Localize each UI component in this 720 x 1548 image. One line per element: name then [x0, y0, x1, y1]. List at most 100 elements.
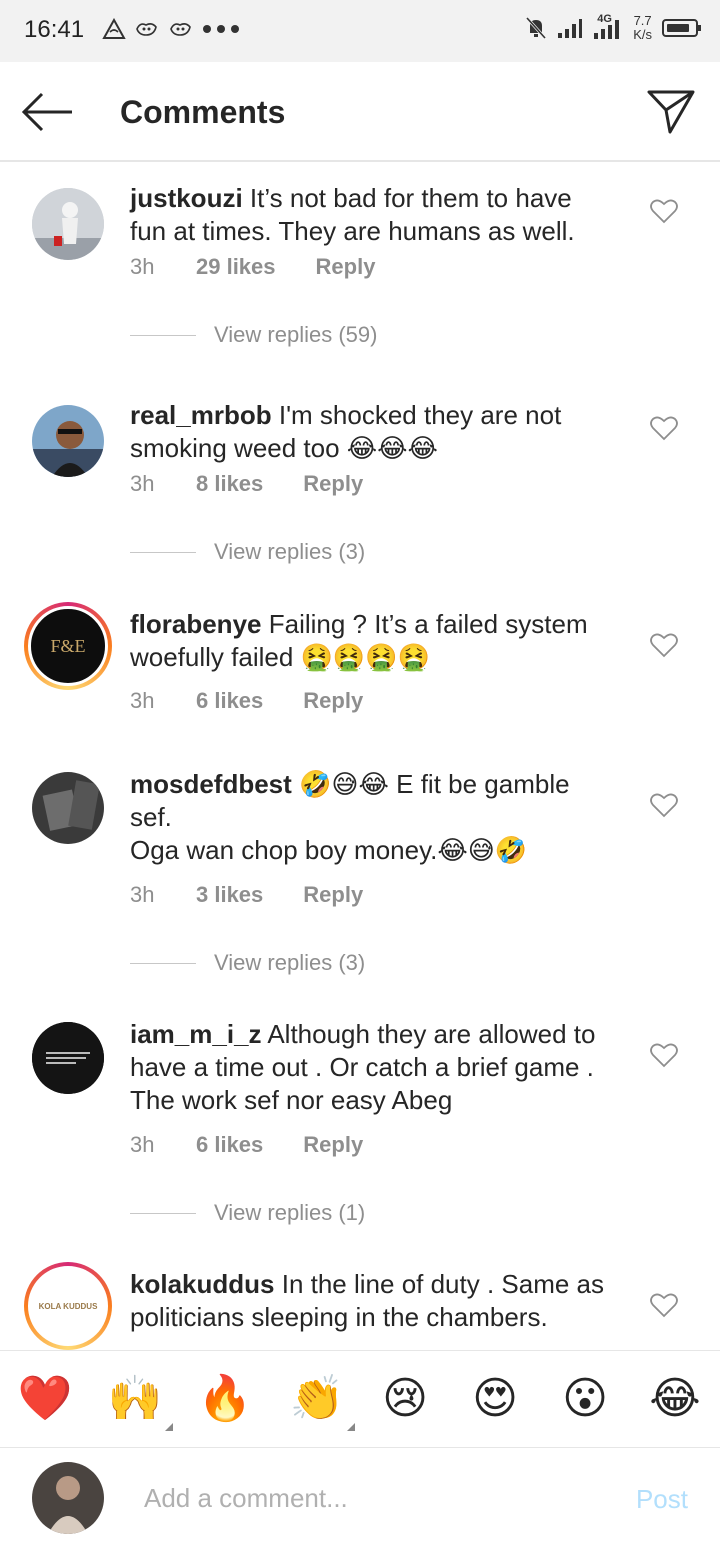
replies-divider-line	[130, 334, 196, 336]
like-heart-icon[interactable]	[650, 1042, 678, 1068]
reply-button[interactable]: Reply	[303, 1132, 363, 1158]
more-dots-icon	[203, 25, 239, 33]
reaction-surprised-button[interactable]: 😮	[557, 1371, 613, 1427]
reaction-laughing-button[interactable]: 😂	[647, 1371, 703, 1427]
comment-composer: Post	[0, 1448, 720, 1548]
reply-button[interactable]: Reply	[316, 254, 376, 280]
reaction-fire-button[interactable]: 🔥	[197, 1371, 253, 1427]
alert-triangle-icon	[102, 18, 126, 39]
clap-icon: 👏	[289, 1374, 345, 1423]
my-avatar	[32, 1462, 104, 1534]
comment-text: real_mrbob I'm shocked they are not smok…	[130, 399, 630, 465]
comment-body-line: Failing ? It’s a failed system	[268, 609, 588, 639]
comment-body-line: sef.	[130, 802, 172, 832]
like-heart-icon[interactable]	[650, 1292, 678, 1318]
view-replies-button[interactable]: View replies (3)	[130, 950, 365, 976]
notification-icon	[136, 23, 157, 36]
comment-likes[interactable]: 8 likes	[196, 471, 263, 497]
avatar[interactable]	[32, 405, 104, 477]
comment-meta: 3h 29 likes Reply	[130, 254, 375, 280]
comment-body-line: It’s not bad for them to have	[249, 183, 572, 213]
replies-divider-line	[130, 962, 196, 964]
corner-indicator	[347, 1423, 355, 1431]
comment-meta: 3h 6 likes Reply	[130, 688, 363, 714]
status-left-icons	[102, 18, 242, 40]
comment-meta: 3h 3 likes Reply	[130, 882, 363, 908]
reaction-heart-button[interactable]: ❤️	[17, 1371, 73, 1427]
comment-time: 3h	[130, 1132, 155, 1157]
signal-4g-icon: 4G	[593, 13, 623, 41]
view-replies-label[interactable]: View replies (1)	[214, 1200, 365, 1226]
view-replies-button[interactable]: View replies (59)	[130, 322, 377, 348]
avatar[interactable]	[32, 772, 104, 844]
comment-username[interactable]: iam_m_i_z	[130, 1019, 262, 1049]
reaction-clap-button[interactable]: 👏	[289, 1371, 355, 1431]
comment-likes[interactable]: 6 likes	[196, 688, 263, 714]
avatar-logo-text: F&E	[50, 635, 86, 656]
reply-button[interactable]: Reply	[303, 471, 363, 497]
reply-button[interactable]: Reply	[303, 688, 363, 714]
view-replies-label[interactable]: View replies (3)	[214, 950, 365, 976]
like-heart-icon[interactable]	[650, 415, 678, 441]
avatar[interactable]	[32, 188, 104, 260]
view-replies-label[interactable]: View replies (3)	[214, 539, 365, 565]
comment-body-line: fun at times. They are humans as well.	[130, 216, 575, 246]
signal-icon	[558, 19, 583, 38]
replies-divider-line	[130, 551, 196, 553]
reaction-raised-hands-button[interactable]: 🙌	[107, 1371, 173, 1431]
view-replies-label[interactable]: View replies (59)	[214, 322, 377, 348]
direct-send-icon[interactable]	[646, 88, 696, 136]
status-bar: 16:41 4G 7.7 K/s	[0, 0, 720, 62]
comment-meta: 3h 8 likes Reply	[130, 471, 363, 497]
comment-body-line: Oga wan chop boy money.😂😅🤣	[130, 835, 528, 865]
avatar-logo-text: KOLA KUDDUS	[38, 1301, 98, 1311]
avatar-with-story-ring[interactable]: KOLA KUDDUS	[24, 1262, 112, 1350]
avatar: F&E	[28, 606, 108, 686]
comment-likes[interactable]: 6 likes	[196, 1132, 263, 1158]
reaction-heart-eyes-button[interactable]: 😍	[467, 1371, 523, 1427]
comment-time: 3h	[130, 882, 155, 907]
avatar: KOLA KUDDUS	[28, 1266, 108, 1346]
page-title: Comments	[120, 94, 286, 130]
comment-body-line: have a time out . Or catch a brief game …	[130, 1052, 594, 1082]
like-heart-icon[interactable]	[650, 198, 678, 224]
back-arrow-icon[interactable]	[20, 90, 76, 134]
comment-username[interactable]: justkouzi	[130, 183, 243, 213]
comment-likes[interactable]: 3 likes	[196, 882, 263, 908]
network-type: 4G	[597, 13, 612, 25]
speed-value: 7.7	[633, 13, 652, 28]
comment-username[interactable]: florabenye	[130, 609, 262, 639]
replies-divider-line	[130, 1212, 196, 1214]
comment-text: iam_m_i_z Although they are allowed to h…	[130, 1018, 630, 1117]
reply-button[interactable]: Reply	[303, 882, 363, 908]
comments-list[interactable]: justkouzi It’s not bad for them to have …	[0, 164, 720, 1350]
comment-body-line: politicians sleeping in the chambers.	[130, 1302, 548, 1332]
header-bar: Comments	[0, 62, 720, 162]
post-button[interactable]: Post	[636, 1484, 688, 1515]
add-comment-input[interactable]	[130, 1478, 590, 1518]
comment-text: kolakuddus In the line of duty . Same as…	[130, 1268, 630, 1334]
status-right-icons: 4G 7.7 K/s	[525, 13, 701, 42]
comment-body-line: 🤣😅😂 E fit be gamble	[299, 769, 570, 799]
comment-time: 3h	[130, 254, 155, 279]
raised-hands-icon: 🙌	[107, 1374, 163, 1423]
comment-body-line: The work sef nor easy Abeg	[130, 1085, 453, 1115]
comment-meta: 3h 6 likes Reply	[130, 1132, 363, 1158]
comment-time: 3h	[130, 471, 155, 496]
speed-unit: K/s	[633, 27, 652, 42]
like-heart-icon[interactable]	[650, 792, 678, 818]
like-heart-icon[interactable]	[650, 632, 678, 658]
comment-username[interactable]: kolakuddus	[130, 1269, 274, 1299]
mute-bell-icon	[526, 16, 547, 40]
avatar[interactable]	[32, 1022, 104, 1094]
view-replies-button[interactable]: View replies (3)	[130, 539, 365, 565]
comment-body-line: Although they are allowed to	[267, 1019, 596, 1049]
reaction-crying-button[interactable]: 😢	[377, 1371, 433, 1427]
comment-username[interactable]: real_mrbob	[130, 400, 272, 430]
view-replies-button[interactable]: View replies (1)	[130, 1200, 365, 1226]
comment-likes[interactable]: 29 likes	[196, 254, 276, 280]
comment-username[interactable]: mosdefdbest	[130, 769, 292, 799]
avatar-with-story-ring[interactable]: F&E	[24, 602, 112, 690]
network-speed: 7.7 K/s	[633, 14, 652, 42]
corner-indicator	[165, 1423, 173, 1431]
